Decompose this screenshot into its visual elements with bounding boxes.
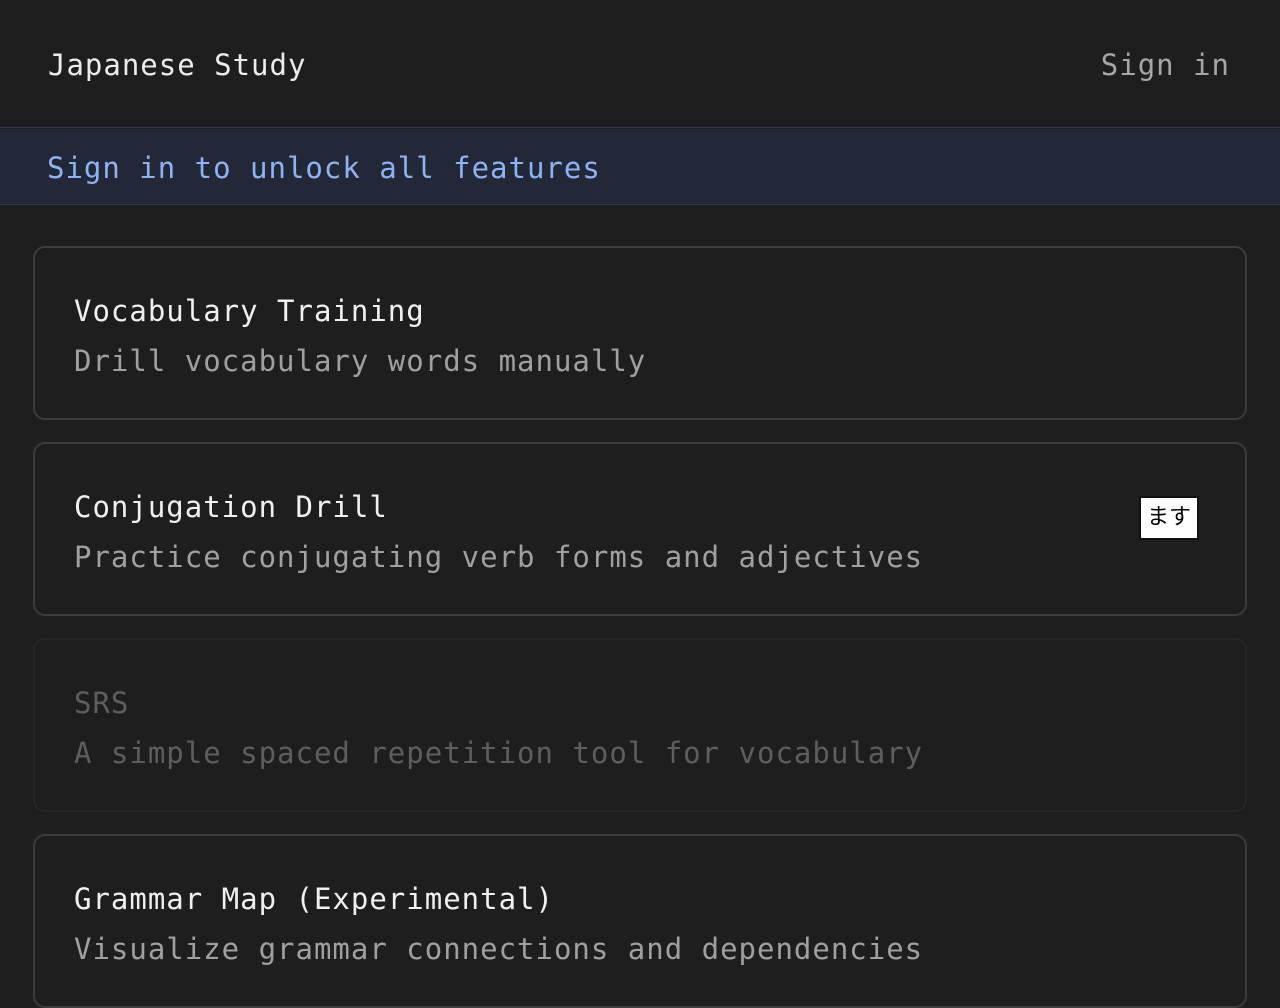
sign-in-banner[interactable]: Sign in to unlock all features [0, 129, 1280, 205]
card-title: SRS [74, 686, 130, 720]
banner-text[interactable]: Sign in to unlock all features [47, 151, 601, 185]
app-header: Japanese Study Sign in [0, 0, 1280, 128]
card-conjugation-drill[interactable]: Conjugation Drill Practice conjugating v… [33, 442, 1247, 616]
masu-badge-icon: ます [1139, 496, 1199, 540]
card-description: Visualize grammar connections and depend… [74, 932, 924, 966]
card-grammar-map[interactable]: Grammar Map (Experimental) Visualize gra… [33, 834, 1247, 1008]
card-title: Grammar Map (Experimental) [74, 882, 554, 916]
card-title: Conjugation Drill [74, 490, 388, 524]
card-description: Practice conjugating verb forms and adje… [74, 540, 924, 574]
card-description: Drill vocabulary words manually [74, 344, 647, 378]
app-title[interactable]: Japanese Study [48, 48, 306, 82]
card-srs: SRS A simple spaced repetition tool for … [33, 638, 1247, 812]
card-description: A simple spaced repetition tool for voca… [74, 736, 924, 770]
card-title: Vocabulary Training [74, 294, 425, 328]
card-vocabulary-training[interactable]: Vocabulary Training Drill vocabulary wor… [33, 246, 1247, 420]
sign-in-link[interactable]: Sign in [1101, 48, 1230, 82]
